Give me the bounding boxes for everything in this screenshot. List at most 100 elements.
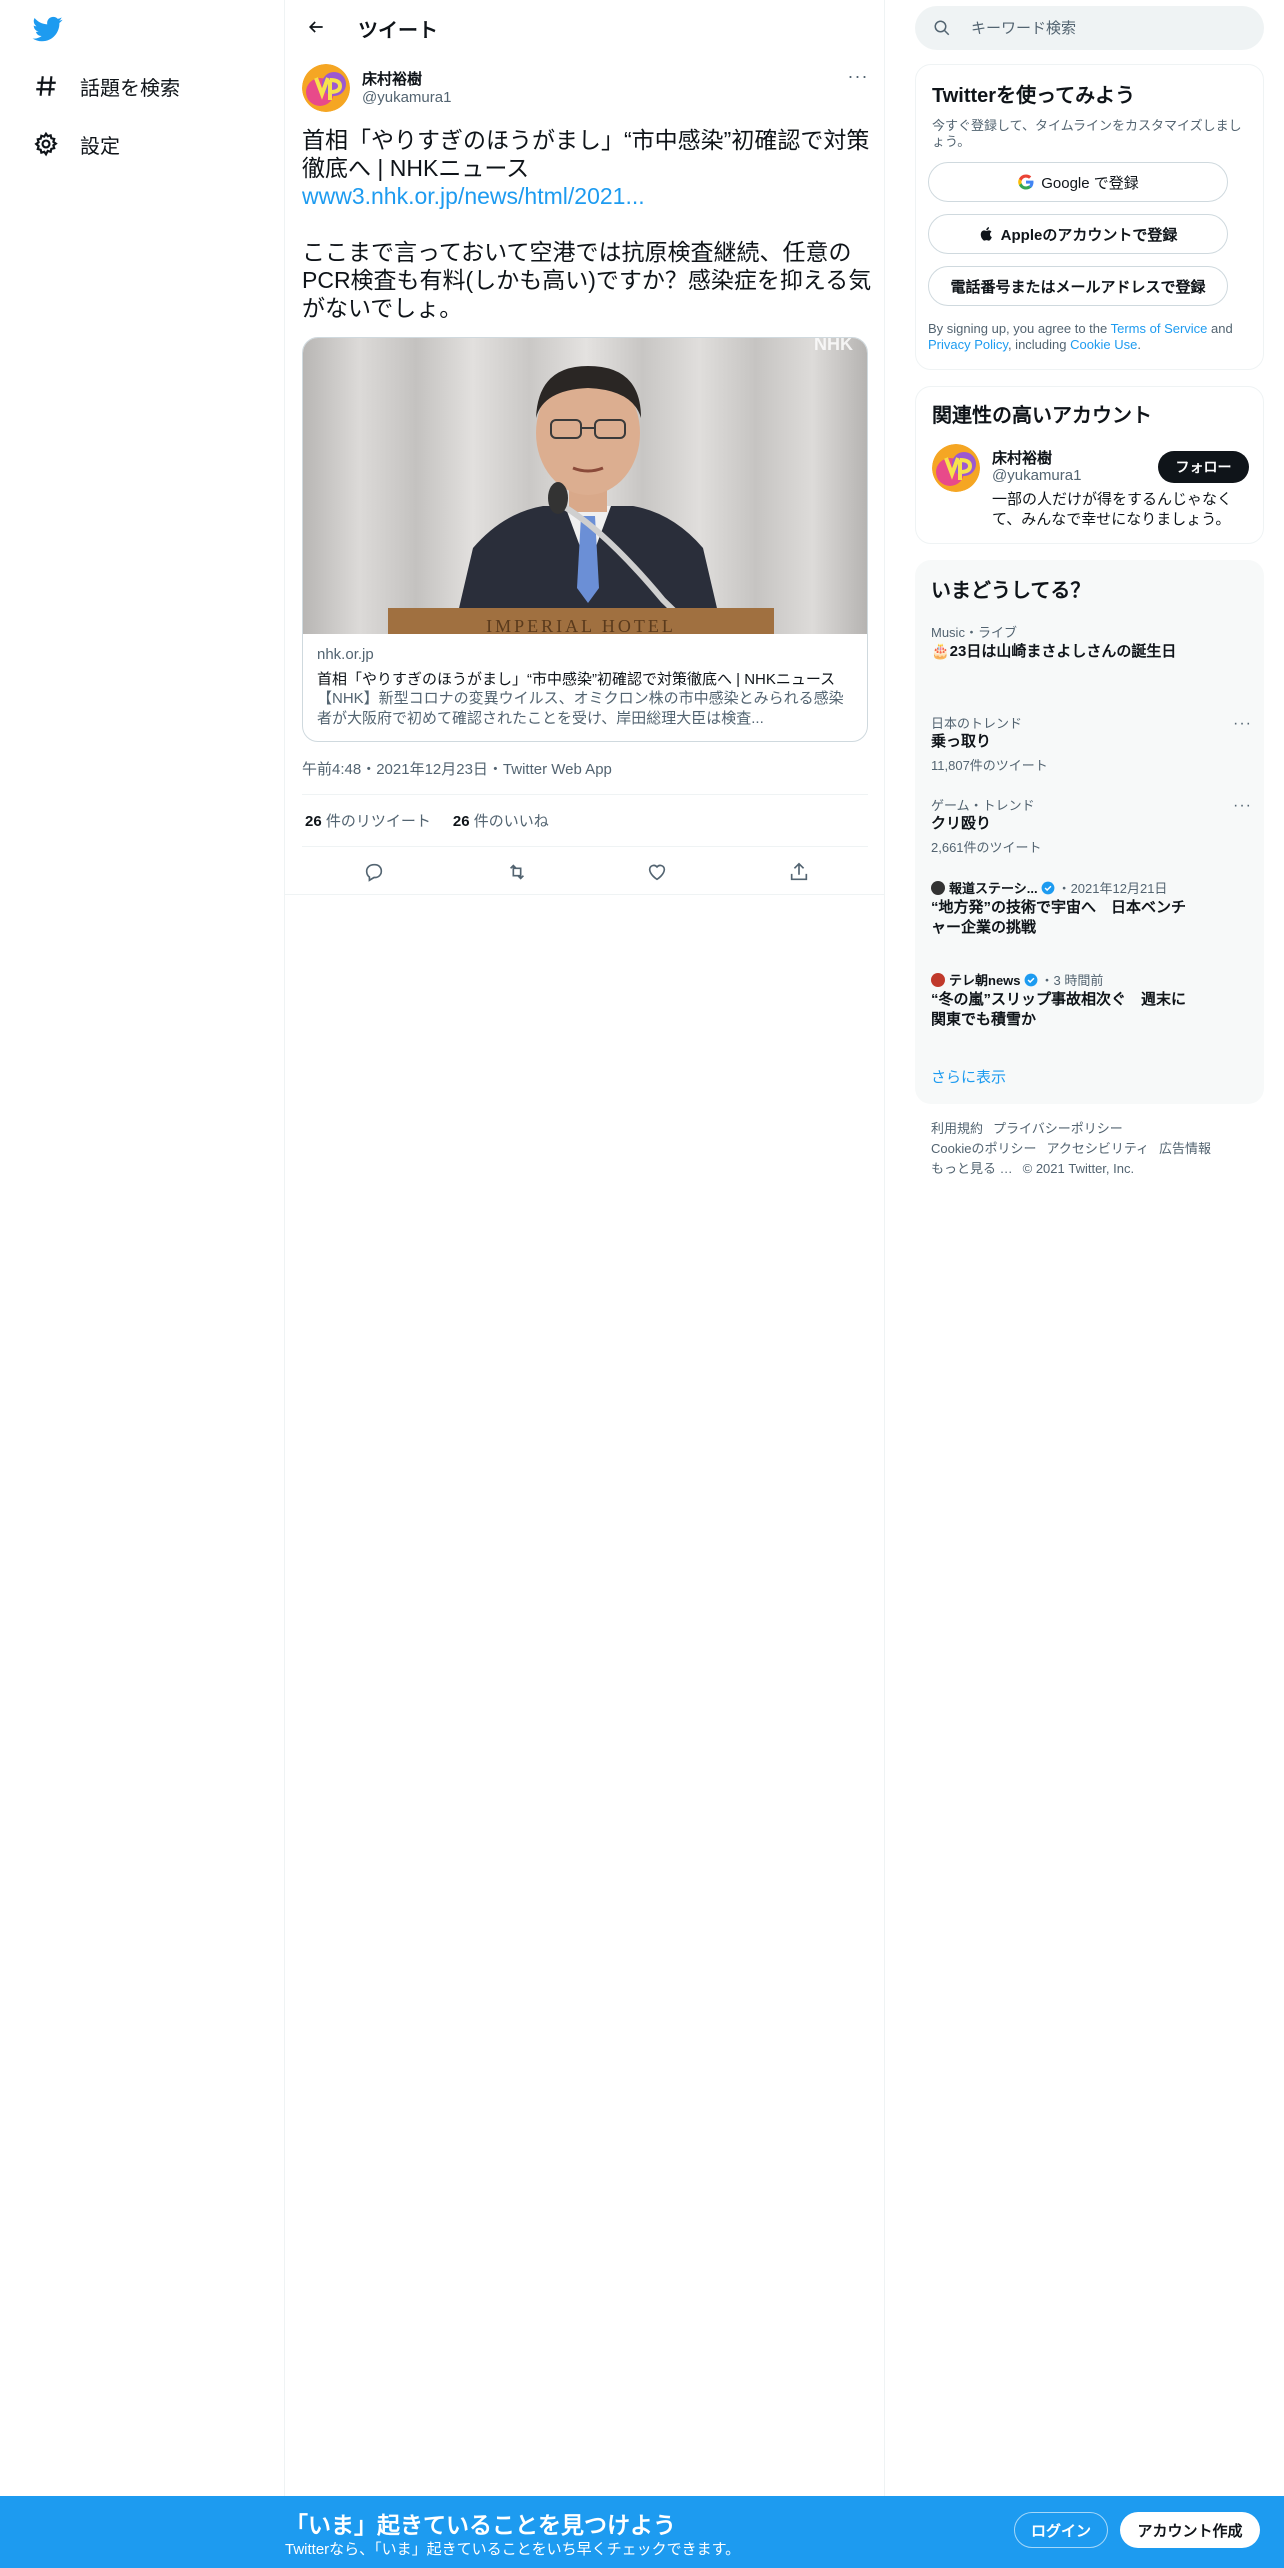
back-button[interactable] <box>299 12 333 42</box>
related-name[interactable]: 床村裕樹 <box>992 447 1052 468</box>
google-signup-button[interactable]: Google で登録 <box>928 162 1228 202</box>
retweets-label: 件のリツイート <box>325 813 431 830</box>
terms-prefix: By signing up, you agree to the <box>928 321 1111 336</box>
news-source-icon <box>931 881 945 895</box>
related-title: 関連性の高いアカウント <box>932 405 1152 427</box>
divider <box>285 894 885 895</box>
nav-settings[interactable]: 設定 <box>32 124 120 164</box>
trend-meta: 日本のトレンド <box>931 716 1023 731</box>
news-date: ・2021年12月21日 <box>1057 881 1168 896</box>
tweet-text-line1: 首相「やりすぎのほうがまし」“市中感染”初確認で対策徹底へ | NHKニュース <box>302 127 870 181</box>
retweets-count: 26 <box>305 813 322 830</box>
privacy-policy-link[interactable]: Privacy Policy <box>928 337 1008 352</box>
divider <box>302 846 868 847</box>
main-column: ツイート 床村裕樹 @yukamura1 ··· 首相「やりすぎのほうがまし」“… <box>285 0 885 2568</box>
terms-end: . <box>1137 337 1141 352</box>
news-item[interactable]: 報道ステーシ... ・2021年12月21日 “地方発”の技術で宇宙へ 日本ベンチ… <box>915 878 1264 944</box>
link-card[interactable]: NHK IMPERIAL HOTEL nhk.or.jp 首相「やりすぎのほうが… <box>302 337 868 742</box>
news-headline: “冬の嵐”スリップ事故相次ぐ 週末に関東でも積雪か <box>931 991 1187 1028</box>
related-handle[interactable]: @yukamura1 <box>992 467 1081 484</box>
page-title: ツイート <box>358 20 438 42</box>
verified-icon <box>1041 881 1054 895</box>
trend-name: クリ殴り <box>931 815 992 832</box>
news-source-icon <box>931 973 945 987</box>
tweet-timestamp[interactable]: 午前4:48・2021年12月23日・Twitter Web App <box>302 758 612 779</box>
trend-count: 11,807件のツイート <box>931 758 1048 773</box>
trend-item[interactable]: 日本のトレンド 乗っ取り 11,807件のツイート ··· <box>915 713 1264 773</box>
watermark-text: NHK <box>814 338 853 354</box>
retweets-stat[interactable]: 26 件のリツイート <box>305 810 431 831</box>
likes-count: 26 <box>452 813 470 830</box>
more-options-icon[interactable]: ··· <box>1233 715 1252 733</box>
phone-email-signup-button[interactable]: 電話番号またはメールアドレスで登録 <box>928 266 1228 306</box>
nav-explore[interactable]: 話題を検索 <box>32 66 180 106</box>
apple-signup-button[interactable]: Appleのアカウントで登録 <box>928 214 1228 254</box>
footer-more-link[interactable]: もっと見る … <box>931 1161 1013 1176</box>
divider <box>302 794 868 795</box>
card-image: NHK IMPERIAL HOTEL <box>303 338 867 637</box>
trend-name: 🎂23日は山崎まさよしさんの誕生日 <box>931 643 1177 660</box>
footer-link[interactable]: Cookieのポリシー <box>931 1141 1036 1156</box>
signup-subtitle: 今すぐ登録して、タイムラインをカスタマイズしましょう。 <box>932 118 1242 149</box>
signup-panel: Twitterを使ってみよう 今すぐ登録して、タイムラインをカスタマイズしましょ… <box>915 64 1264 370</box>
tweet-text: 首相「やりすぎのほうがまし」“市中感染”初確認で対策徹底へ | NHKニュース … <box>302 126 872 322</box>
related-avatar[interactable] <box>932 444 980 492</box>
reply-icon[interactable] <box>357 856 391 888</box>
footer-link[interactable]: 広告情報 <box>1159 1141 1211 1156</box>
terms-and: and <box>1207 321 1233 336</box>
news-meta: テレ朝news ・3 時間前 <box>931 970 1103 989</box>
footer-link[interactable]: プライバシーポリシー <box>993 1121 1123 1136</box>
card-title: 首相「やりすぎのほうがまし」“市中感染”初確認で対策徹底へ | NHKニュース <box>317 671 836 688</box>
retweet-icon[interactable] <box>500 856 534 888</box>
footer-link[interactable]: 利用規約 <box>931 1121 983 1136</box>
related-accounts-panel: 関連性の高いアカウント 床村裕樹 @yukamura1 フォロー 一部の人だけが… <box>915 386 1264 544</box>
search-icon <box>934 20 950 36</box>
search-input[interactable] <box>971 18 1241 38</box>
tweet-link[interactable]: www3.nhk.or.jp/news/html/2021... <box>302 182 872 210</box>
apple-icon <box>979 226 995 242</box>
likes-stat[interactable]: 26 件のいいね <box>453 810 549 831</box>
hashtag-icon <box>32 72 60 100</box>
header: ツイート <box>285 0 885 53</box>
trend-meta: Music・ライブ <box>931 625 1017 640</box>
author-name[interactable]: 床村裕樹 <box>362 68 422 89</box>
footer-links: 利用規約 プライバシーポリシー Cookieのポリシー アクセシビリティ 広告情報 も… <box>931 1119 1251 1179</box>
trend-item[interactable]: Music・ライブ 🎂23日は山崎まさよしさんの誕生日 <box>915 622 1264 692</box>
gear-icon <box>32 130 60 158</box>
twitter-logo-icon[interactable] <box>32 14 66 44</box>
author-handle[interactable]: @yukamura1 <box>362 89 451 106</box>
create-account-button[interactable]: アカウント作成 <box>1120 2512 1260 2548</box>
login-button[interactable]: ログイン <box>1014 2512 1108 2548</box>
tweet-actions <box>302 856 868 888</box>
trend-name: 乗っ取り <box>931 733 992 750</box>
terms-text: By signing up, you agree to the Terms of… <box>928 321 1253 353</box>
author-avatar[interactable] <box>302 64 350 112</box>
news-date: ・3 時間前 <box>1040 973 1104 988</box>
arrow-left-icon <box>308 21 323 33</box>
trend-item[interactable]: ゲーム・トレンド クリ殴り 2,661件のツイート ··· <box>915 795 1264 855</box>
signup-banner: 「いま」起きていることを見つけよう Twitterなら、「いま」起きていることを… <box>0 2496 1284 2568</box>
google-signup-label: Google で登録 <box>1041 174 1139 192</box>
news-headline: “地方発”の技術で宇宙へ 日本ベンチャー企業の挑戦 <box>931 899 1187 936</box>
news-item[interactable]: テレ朝news ・3 時間前 “冬の嵐”スリップ事故相次ぐ 週末に関東でも積雪か <box>915 970 1264 1036</box>
more-options-icon[interactable]: ··· <box>843 66 873 88</box>
follow-button[interactable]: フォロー <box>1158 451 1249 483</box>
news-source: テレ朝news <box>949 973 1021 988</box>
verified-icon <box>1024 973 1037 987</box>
like-icon[interactable] <box>640 856 674 888</box>
banner-subtitle: Twitterなら、「いま」起きていることをいち早くチェックできます。 <box>285 2541 741 2558</box>
nav-settings-label: 設定 <box>80 135 120 158</box>
terms-of-service-link[interactable]: Terms of Service <box>1111 321 1208 336</box>
footer-link[interactable]: アクセシビリティ <box>1046 1141 1149 1156</box>
search-bar[interactable] <box>915 6 1264 50</box>
cookie-use-link[interactable]: Cookie Use <box>1070 337 1137 352</box>
signup-title: Twitterを使ってみよう <box>932 85 1136 107</box>
tweet-text-line2: ここまで言っておいて空港では抗原検査継続、任意のPCR検査も有料(しかも高い)で… <box>302 239 872 321</box>
show-more-link[interactable]: さらに表示 <box>931 1066 1006 1087</box>
news-source: 報道ステーシ... <box>949 881 1038 896</box>
card-description: 【NHK】新型コロナの変異ウイルス、オミクロン株の市中感染とみられる感染者が大阪… <box>317 690 844 727</box>
share-icon[interactable] <box>782 856 816 888</box>
more-options-icon[interactable]: ··· <box>1233 797 1252 815</box>
nav-explore-label: 話題を検索 <box>80 77 180 100</box>
phone-email-signup-label: 電話番号またはメールアドレスで登録 <box>950 278 1206 296</box>
